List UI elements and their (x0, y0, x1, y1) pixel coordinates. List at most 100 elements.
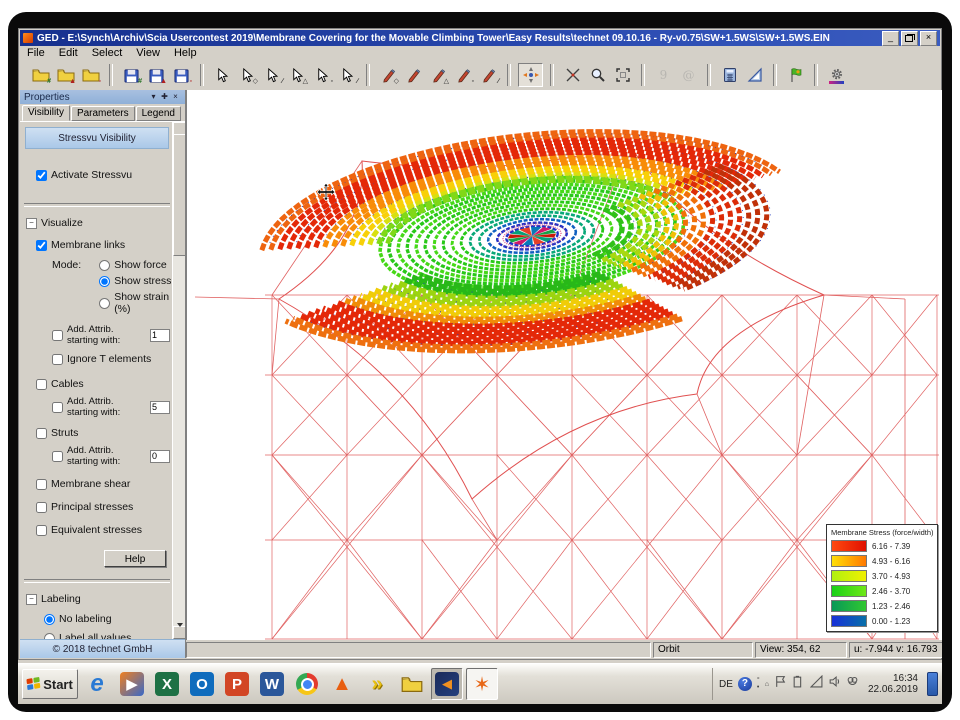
draw-line-icon[interactable] (402, 64, 425, 86)
settings-gear-icon[interactable] (825, 64, 848, 86)
calculator-icon[interactable] (718, 64, 741, 86)
excel-icon[interactable]: X (151, 668, 183, 700)
save-hash-icon[interactable]: # (120, 64, 143, 86)
labeling-group[interactable]: − Labeling (26, 593, 172, 605)
language-indicator[interactable]: DE (719, 679, 733, 690)
tab-parameters[interactable]: Parameters (71, 106, 135, 121)
mode-show-strain[interactable]: Show strain (%) (99, 291, 172, 315)
tab-visibility[interactable]: Visibility (22, 105, 70, 121)
battery-tray-icon[interactable] (792, 675, 805, 693)
save-result-icon[interactable]: ▫ (170, 64, 193, 86)
media-player-icon[interactable]: ▶ (116, 668, 148, 700)
activate-stressvu-checkbox[interactable]: Activate Stressvu (36, 169, 172, 181)
ignore-t-checkbox[interactable]: Ignore T elements (52, 353, 172, 365)
select-point-cursor-icon[interactable]: ◇ (236, 64, 259, 86)
panel-dropdown-icon[interactable]: ▾ (148, 92, 159, 103)
orbit-tool-icon[interactable] (518, 63, 543, 87)
menu-select[interactable]: Select (85, 47, 130, 59)
collapse-icon[interactable]: − (26, 218, 37, 229)
principal-stresses-checkbox[interactable]: Principal stresses (36, 501, 172, 513)
cables-add-attrib-input[interactable] (52, 402, 63, 413)
show-desktop-button[interactable] (927, 672, 938, 696)
panel-scrollbar[interactable] (172, 122, 185, 639)
close-button[interactable]: × (920, 31, 937, 46)
flag-tray-icon[interactable] (774, 675, 787, 693)
panel-title-bar[interactable]: Properties ▾ ✚ × (20, 90, 185, 104)
select-edge-cursor-icon[interactable]: ∕ (336, 64, 359, 86)
open-load-icon[interactable]: ▲ (54, 64, 77, 86)
no-labeling-radio[interactable] (44, 614, 55, 625)
menu-file[interactable]: File (20, 47, 52, 59)
select-triangle-cursor-icon[interactable]: △ (286, 64, 309, 86)
draw-edge-icon[interactable]: ∕ (477, 64, 500, 86)
start-button[interactable]: Start (22, 669, 78, 699)
menu-help[interactable]: Help (167, 47, 204, 59)
draw-point-icon[interactable]: ◇ (377, 64, 400, 86)
cables-add-attrib-checkbox[interactable]: Add. Attrib. starting with: (52, 396, 170, 418)
struts-input[interactable] (36, 428, 47, 439)
membrane-links-input[interactable] (36, 240, 47, 251)
title-bar[interactable]: GED - E:\Synch\Archiv\Scia Usercontest 2… (20, 30, 940, 46)
membrane-add-attrib-checkbox[interactable]: Add. Attrib. starting with: (52, 324, 170, 346)
ie-icon[interactable]: e (81, 668, 113, 700)
restore-button[interactable] (901, 31, 918, 46)
chrome-icon[interactable] (291, 668, 323, 700)
scroll-thumb[interactable] (173, 134, 185, 256)
activate-stressvu-input[interactable] (36, 170, 47, 181)
menu-view[interactable]: View (129, 47, 167, 59)
app-tray-icon[interactable] (846, 675, 859, 693)
help-tray-icon[interactable]: ? (738, 677, 752, 691)
show-strain-radio[interactable] (99, 298, 110, 309)
struts-attrib-value-field[interactable] (150, 450, 170, 463)
draw-triangle-icon[interactable]: △ (427, 64, 450, 86)
flag-icon[interactable] (784, 64, 807, 86)
equivalent-stresses-input[interactable] (36, 525, 47, 536)
mode-show-force[interactable]: Show force (99, 259, 172, 271)
save-load-icon[interactable]: ▲ (145, 64, 168, 86)
label-all-radio-row[interactable]: Label all values (44, 632, 172, 639)
file-manager-icon[interactable] (396, 668, 428, 700)
equivalent-stresses-checkbox[interactable]: Equivalent stresses (36, 524, 172, 536)
open-hash-icon[interactable]: # (29, 64, 52, 86)
clock[interactable]: 16:34 22.06.2019 (864, 673, 922, 695)
cables-input[interactable] (36, 379, 47, 390)
scroll-down-icon[interactable] (173, 626, 185, 639)
membrane-add-attrib-input[interactable] (52, 330, 63, 341)
show-force-radio[interactable] (99, 260, 110, 271)
word-icon[interactable]: W (256, 668, 288, 700)
cables-attrib-value-field[interactable] (150, 401, 170, 414)
membrane-attrib-value-field[interactable] (150, 329, 170, 342)
volume-tray-icon[interactable] (828, 675, 841, 693)
ged-app-icon[interactable]: ◀ (431, 668, 463, 700)
measure-triangle-icon[interactable] (743, 64, 766, 86)
network-tray-icon[interactable] (810, 675, 823, 693)
panel-close-icon[interactable]: × (170, 92, 181, 103)
tab-legend[interactable]: Legend (136, 106, 181, 121)
principal-stresses-input[interactable] (36, 502, 47, 513)
struts-checkbox[interactable]: Struts (36, 427, 172, 439)
membrane-shear-input[interactable] (36, 479, 47, 490)
ignore-t-input[interactable] (52, 354, 63, 365)
panel-pin-icon[interactable]: ✚ (159, 92, 170, 103)
no-labeling-radio-row[interactable]: No labeling (44, 613, 172, 625)
show-stress-radio[interactable] (99, 276, 110, 287)
technet-star-icon[interactable]: ✶ (466, 668, 498, 700)
outlook-icon[interactable]: O (186, 668, 218, 700)
open-result-icon[interactable]: ▫ (79, 64, 102, 86)
easy-arrows-icon[interactable]: » (361, 668, 393, 700)
minimize-button[interactable]: _ (882, 31, 899, 46)
collapse-icon[interactable]: − (26, 594, 37, 605)
model-canvas[interactable]: Membrane Stress (force/width) 6.16 - 7.3… (186, 90, 942, 643)
membrane-links-checkbox[interactable]: Membrane links (36, 239, 172, 251)
struts-add-attrib-checkbox[interactable]: Add. Attrib. starting with: (52, 445, 170, 467)
zoom-icon[interactable] (586, 64, 609, 86)
cables-checkbox[interactable]: Cables (36, 378, 172, 390)
struts-add-attrib-input[interactable] (52, 451, 63, 462)
zoom-fit-icon[interactable] (611, 64, 634, 86)
select-quad-cursor-icon[interactable]: ▫ (311, 64, 334, 86)
select-cursor-icon[interactable] (211, 64, 234, 86)
zoom-target-icon[interactable] (561, 64, 584, 86)
mode-show-stress[interactable]: Show stress (99, 275, 172, 287)
membrane-shear-checkbox[interactable]: Membrane shear (36, 478, 172, 490)
vlc-icon[interactable]: ▲ (326, 668, 358, 700)
